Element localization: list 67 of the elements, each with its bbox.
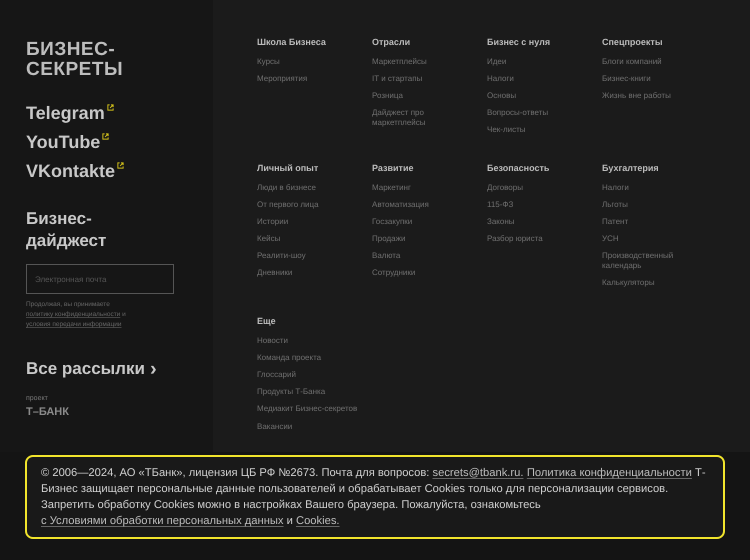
external-link-icon bbox=[117, 162, 124, 169]
menu-link[interactable]: Сотрудники bbox=[372, 264, 416, 282]
menu-link[interactable]: Идеи bbox=[487, 53, 506, 70]
menu-link[interactable]: Вакансии bbox=[257, 418, 292, 436]
menu-link[interactable]: Бизнес-книги bbox=[602, 70, 651, 88]
menu-link[interactable]: Маркетинг bbox=[372, 178, 411, 196]
menu-link[interactable]: Дневники bbox=[257, 264, 292, 282]
menu-link[interactable]: Налоги bbox=[487, 70, 514, 88]
menu-link[interactable]: Маркетплейсы bbox=[372, 53, 427, 70]
social-link[interactable]: YouTube bbox=[26, 131, 100, 153]
menu-link[interactable]: Люди в бизнесе bbox=[257, 178, 316, 196]
cookie-notice: © 2006—2024, АО «ТБанк», лицензия ЦБ РФ №2673. Почта для вопросов: secrets@tbank.ru. Политика конфиденциальности Т-Бизнес защищает персональные данные пользователей и обрабатывает Cookies только для персонализации сервисов. Запретить обработку Cookies можно в настройках Вашего браузера. Пожалуйста, ознакомьтесь с Условиями обработки персональных данных и Cookies. bbox=[41, 466, 707, 529]
menu-link[interactable]: Новости bbox=[257, 332, 288, 350]
external-link-icon bbox=[106, 104, 114, 111]
menu-link[interactable]: Производственный календарь bbox=[602, 248, 674, 275]
menu-link[interactable]: Основы bbox=[487, 87, 516, 105]
menu-link[interactable]: Вопросы-ответы bbox=[487, 104, 548, 122]
menu-link[interactable]: Продажи bbox=[372, 230, 406, 248]
menu-link[interactable]: Глоссарий bbox=[257, 366, 296, 384]
menu-link[interactable]: Курсы bbox=[257, 53, 280, 70]
menu-link[interactable]: Розница bbox=[372, 87, 403, 105]
menu-link[interactable]: 115-ФЗ bbox=[487, 196, 514, 214]
menu-link[interactable]: Реалити-шоу bbox=[257, 248, 306, 265]
menu-link[interactable]: Патент bbox=[602, 213, 628, 230]
menu-link[interactable]: IT и стартапы bbox=[372, 70, 422, 88]
section-heading: Еще bbox=[257, 315, 277, 328]
menu-link[interactable]: Автоматизация bbox=[372, 196, 429, 214]
text-link[interactable]: Политика конфиденциальности bbox=[526, 467, 692, 479]
menu-link[interactable]: Калькуляторы bbox=[602, 274, 655, 292]
external-link-icon bbox=[102, 133, 110, 140]
menu-link[interactable]: Продукты Т-Банка bbox=[257, 384, 326, 401]
menu-link[interactable]: Медиакит Бизнес-секретов bbox=[257, 400, 358, 418]
menu-link[interactable]: Налоги bbox=[602, 178, 629, 196]
menu-link[interactable]: Чек-листы bbox=[487, 122, 526, 139]
text-link[interactable]: secrets@tbank.ru. bbox=[432, 467, 524, 479]
email-field[interactable]: Электронная почта bbox=[26, 264, 174, 294]
section-heading: Бизнес с нуля bbox=[487, 36, 552, 48]
menu-link[interactable]: Истории bbox=[257, 213, 288, 230]
menu-link[interactable]: От первого лица bbox=[257, 196, 319, 214]
section-heading: Школа Бизнеса bbox=[257, 36, 327, 48]
text-link[interactable]: с Условиями обработки персональных данных bbox=[41, 515, 284, 527]
menu-link[interactable]: Договоры bbox=[487, 178, 523, 196]
menu-link[interactable]: Жизнь вне работы bbox=[602, 87, 671, 105]
section-heading: Бухгалтерия bbox=[602, 162, 660, 174]
social-link[interactable]: Telegram bbox=[26, 102, 105, 124]
section-heading: Развитие bbox=[372, 162, 414, 174]
section-heading: Безопасность bbox=[487, 162, 550, 174]
text-link[interactable]: Cookies. bbox=[296, 515, 340, 527]
social-link[interactable]: VKontakte bbox=[26, 160, 116, 182]
menu-link[interactable]: Госзакупки bbox=[372, 213, 412, 230]
menu-link[interactable]: Кейсы bbox=[257, 230, 280, 248]
menu-link[interactable]: Блоги компаний bbox=[602, 53, 662, 70]
section-heading: Отрасли bbox=[372, 36, 412, 48]
menu-link[interactable]: УСН bbox=[602, 230, 619, 248]
menu-link[interactable]: Мероприятия bbox=[257, 70, 308, 88]
menu-link[interactable]: Разбор юриста bbox=[487, 230, 543, 248]
menu-link[interactable]: Льготы bbox=[602, 196, 628, 214]
section-heading: Личный опыт bbox=[257, 162, 320, 174]
menu-link[interactable]: Валюта bbox=[372, 248, 400, 265]
menu-link[interactable]: Дайджест про маркетплейсы bbox=[372, 104, 426, 132]
all-newsletters-link[interactable]: Все рассылки › bbox=[26, 358, 213, 380]
menu-link[interactable]: Команда проекта bbox=[257, 349, 322, 366]
site-logo[interactable]: БИЗНЕС- СЕКРЕТЫ bbox=[26, 40, 213, 80]
brand-logo[interactable]: Т–БАНК bbox=[26, 406, 213, 419]
digest-title: Бизнес-дайджест bbox=[26, 208, 108, 252]
menu-link[interactable]: Законы bbox=[487, 213, 514, 230]
section-heading: Спецпроекты bbox=[602, 36, 664, 48]
